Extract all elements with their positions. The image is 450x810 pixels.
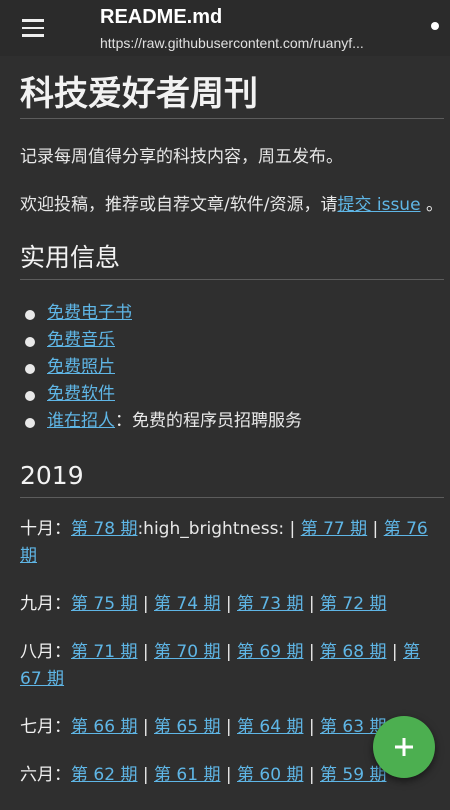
bullet-icon (25, 364, 35, 374)
issue-link[interactable]: 第 73 期 (237, 594, 303, 614)
bullet-icon (25, 337, 35, 347)
info-list: 免费电子书免费音乐免费照片免费软件谁在招人：免费的程序员招聘服务 (20, 300, 444, 435)
page-title: 科技爱好者周刊 (20, 74, 444, 119)
issue-link[interactable]: 第 74 期 (154, 594, 220, 614)
separator: | (137, 717, 154, 737)
contrib-paragraph: 欢迎投稿，推荐或自荐文章/软件/资源，请提交 issue 。 (20, 191, 444, 219)
separator: | (137, 765, 154, 785)
contrib-end: 。 (425, 195, 443, 215)
plus-icon (395, 738, 413, 756)
submit-issue-link[interactable]: 提交 issue (337, 195, 420, 215)
menu-icon[interactable] (12, 12, 54, 44)
file-url: https://raw.githubusercontent.com/ruanyf… (100, 35, 364, 51)
month-label: 十月： (20, 519, 71, 539)
separator: | (284, 519, 301, 539)
separator: | (303, 717, 320, 737)
separator: | (367, 519, 384, 539)
bullet-icon (25, 391, 35, 401)
issue-link[interactable]: 第 61 期 (154, 765, 220, 785)
issue-link[interactable]: 第 77 期 (301, 519, 367, 539)
month-row: 十月：第 78 期:high_brightness: | 第 77 期 | 第 … (20, 516, 444, 570)
issue-link[interactable]: 第 66 期 (71, 717, 137, 737)
month-label: 八月： (20, 642, 71, 662)
issue-link[interactable]: 第 60 期 (237, 765, 303, 785)
section-year-heading: 2019 (20, 459, 444, 498)
issue-link[interactable]: 第 78 期 (71, 519, 137, 539)
contrib-text: 欢迎投稿，推荐或自荐文章/软件/资源，请 (20, 195, 338, 215)
month-row: 九月：第 75 期 | 第 74 期 | 第 73 期 | 第 72 期 (20, 591, 444, 618)
info-link[interactable]: 免费软件 (47, 384, 115, 404)
separator: | (386, 642, 403, 662)
list-item: 免费电子书 (20, 300, 444, 327)
bullet-icon (25, 418, 35, 428)
overflow-menu-icon[interactable] (431, 22, 439, 30)
separator: | (220, 642, 237, 662)
separator: | (303, 642, 320, 662)
issue-link[interactable]: 第 75 期 (71, 594, 137, 614)
separator: | (220, 594, 237, 614)
issue-link[interactable]: 第 70 期 (154, 642, 220, 662)
list-item: 谁在招人：免费的程序员招聘服务 (20, 408, 444, 435)
separator: | (137, 594, 154, 614)
readme-content: 科技爱好者周刊 记录每周值得分享的科技内容，周五发布。 欢迎投稿，推荐或自荐文章… (20, 56, 444, 810)
issue-link[interactable]: 第 68 期 (320, 642, 386, 662)
issue-link[interactable]: 第 72 期 (320, 594, 386, 614)
section-info-heading: 实用信息 (20, 241, 444, 280)
info-desc: ：免费的程序员招聘服务 (115, 411, 302, 431)
list-item: 免费音乐 (20, 327, 444, 354)
separator: | (220, 717, 237, 737)
month-label: 六月： (20, 765, 71, 785)
month-row: 八月：第 71 期 | 第 70 期 | 第 69 期 | 第 68 期 | 第… (20, 639, 444, 693)
separator: | (303, 765, 320, 785)
emoji-note: :high_brightness: (137, 519, 285, 539)
issue-link[interactable]: 第 59 期 (320, 765, 386, 785)
file-title: README.md (100, 6, 223, 28)
info-link[interactable]: 免费电子书 (47, 303, 132, 323)
separator: | (303, 594, 320, 614)
info-link[interactable]: 谁在招人 (47, 411, 115, 431)
bullet-icon (25, 310, 35, 320)
issue-link[interactable]: 第 69 期 (237, 642, 303, 662)
app-bar: README.md https://raw.githubusercontent.… (0, 0, 450, 56)
month-label: 九月： (20, 594, 71, 614)
list-item: 免费软件 (20, 381, 444, 408)
list-item: 免费照片 (20, 354, 444, 381)
intro-text: 记录每周值得分享的科技内容，周五发布。 (20, 147, 343, 167)
month-label: 七月： (20, 717, 71, 737)
info-link[interactable]: 免费音乐 (47, 330, 115, 350)
add-button[interactable] (373, 716, 435, 778)
issue-link[interactable]: 第 64 期 (237, 717, 303, 737)
issue-link[interactable]: 第 62 期 (71, 765, 137, 785)
issue-link[interactable]: 第 65 期 (154, 717, 220, 737)
separator: | (220, 765, 237, 785)
info-link[interactable]: 免费照片 (47, 357, 115, 377)
separator: | (137, 642, 154, 662)
issue-link[interactable]: 第 71 期 (71, 642, 137, 662)
